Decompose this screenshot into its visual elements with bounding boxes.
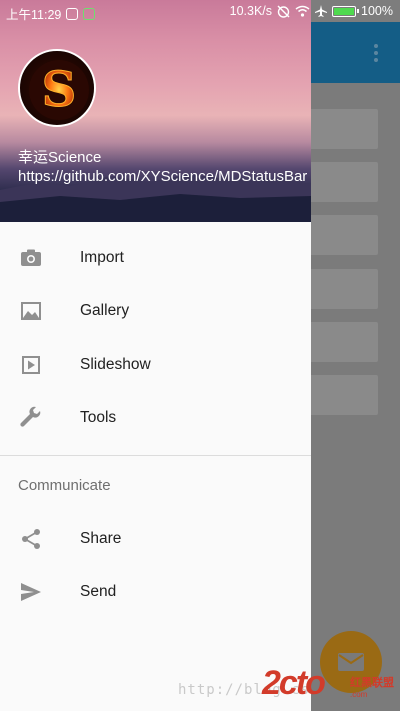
menu-item-send[interactable]: Send (0, 566, 311, 620)
airplane-icon (315, 5, 328, 17)
slideshow-icon (19, 353, 43, 377)
watermark-sub: 红黑联盟 (350, 677, 394, 689)
gallery-icon (19, 299, 43, 323)
menu-item-label: Share (80, 529, 122, 547)
screen: 上午11:29 10.3K/s 100% S 幸运Science https:/… (0, 0, 400, 711)
menu-item-slideshow[interactable]: Slideshow (0, 338, 311, 392)
menu-item-label: Slideshow (80, 355, 151, 373)
status-net-speed: 10.3K/s (229, 4, 273, 18)
menu-item-import[interactable]: Import (0, 231, 311, 285)
menu-item-share[interactable]: Share (0, 512, 311, 566)
battery-icon (332, 5, 360, 17)
send-icon (19, 580, 43, 604)
menu-item-label: Import (80, 248, 124, 266)
section-title: Communicate (18, 476, 111, 494)
battery-text: 100% (361, 4, 393, 18)
header-username: 幸运Science (18, 149, 102, 166)
app-badge-icon (66, 7, 79, 20)
menu-item-gallery[interactable]: Gallery (0, 285, 311, 339)
avatar[interactable]: S (18, 49, 96, 127)
overflow-menu-icon[interactable] (372, 44, 380, 66)
wrench-icon (19, 406, 43, 430)
watermark-sub2: .com (350, 690, 368, 699)
header-link[interactable]: https://github.com/XYScience/MDStatusBar (18, 167, 307, 186)
wifi-icon (295, 5, 310, 17)
android-badge-icon (83, 7, 96, 20)
menu-item-label: Gallery (80, 302, 130, 320)
mail-icon (338, 653, 364, 671)
flame-s-logo: S (29, 60, 89, 120)
status-bar: 上午11:29 10.3K/s 100% (0, 0, 400, 22)
drawer-menu: Import Gallery Slideshow Tools Communica… (0, 222, 311, 619)
watermark-logo: 2cto (262, 664, 326, 702)
alarm-off-icon (277, 5, 290, 18)
menu-item-label: Tools (80, 409, 117, 427)
drawer-header: S 幸运Science https://github.com/XYScience… (0, 0, 311, 222)
navigation-drawer: S 幸运Science https://github.com/XYScience… (0, 0, 311, 711)
camera-icon (19, 246, 43, 270)
avatar-letter: S (42, 62, 77, 118)
share-icon (19, 527, 43, 551)
menu-item-tools[interactable]: Tools (0, 392, 311, 446)
status-time: 上午11:29 (6, 8, 62, 22)
menu-item-label: Send (80, 583, 117, 601)
